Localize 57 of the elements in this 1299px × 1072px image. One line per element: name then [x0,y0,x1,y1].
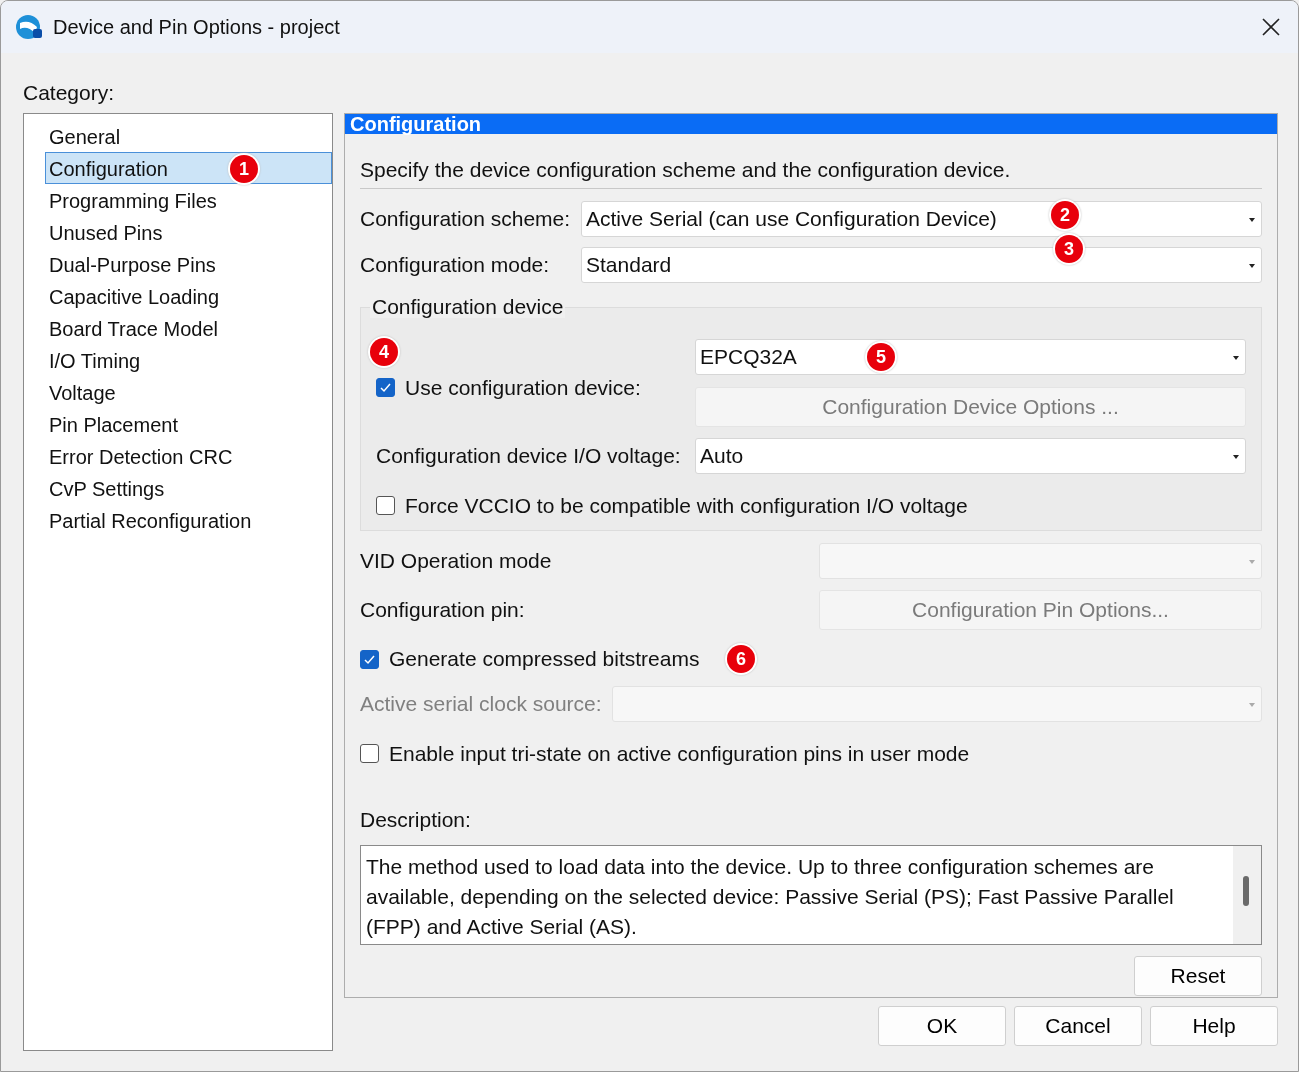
dropdown[interactable]: Auto [695,438,1246,474]
category-label: Category: [23,81,115,104]
dropdown-value: Auto [700,443,744,470]
caret-icon [1233,455,1239,459]
category-item[interactable]: CvP Settings [45,472,332,504]
caret-icon [1233,356,1239,360]
caret-icon [1249,218,1255,222]
panel-title: Configuration [345,114,1277,134]
dialog-button[interactable]: Help [1150,1006,1278,1046]
annotation-marker: 5 [867,343,895,371]
category-item[interactable]: Error Detection CRC [45,440,332,472]
annotation-marker: 6 [727,645,755,673]
annotation-marker: 3 [1055,235,1083,263]
window-title: Device and Pin Options - project [53,15,341,40]
scrollbar-thumb[interactable] [1243,876,1249,906]
dropdown-value: Standard [586,252,672,279]
category-item[interactable]: General [45,120,332,152]
dialog-button[interactable]: OK [878,1006,1006,1046]
caret-icon [1249,264,1255,268]
group-title: Configuration device [370,296,566,318]
reset-button[interactable]: Reset [1134,956,1262,996]
category-item[interactable]: Partial Reconfiguration [45,504,332,536]
category-item[interactable]: I/O Timing [45,344,332,376]
category-item[interactable]: Dual-Purpose Pins [45,248,332,280]
category-item[interactable]: Programming Files [45,184,332,216]
checkbox-label: Force VCCIO to be compatible with configuration I/O voltage [405,493,968,519]
field-label: Configuration scheme: [360,206,572,233]
intro-text: Specify the device configuration scheme and the configuration device. [360,157,1012,183]
close-icon [1262,18,1280,36]
checkbox[interactable] [376,496,395,516]
category-item[interactable]: Voltage [45,376,332,408]
field-label: Configuration device I/O voltage: [376,443,682,470]
checkbox[interactable] [376,378,395,398]
dropdown-value: EPCQ32A [700,344,797,371]
field-label: VID Operation mode [360,548,552,575]
category-item[interactable]: Capacitive Loading [45,280,332,312]
checkbox-label: Generate compressed bitstreams [389,646,700,673]
dialog-button[interactable]: Cancel [1014,1006,1142,1046]
dropdown-value: Active Serial (can use Configuration Device) [586,206,997,233]
field-label: Configuration pin: [360,597,525,624]
checkbox-label: Use configuration device: [405,375,641,401]
caret-icon [1249,703,1255,707]
category-item[interactable]: Unused Pins [45,216,332,248]
category-item[interactable]: Board Trace Model [45,312,332,344]
annotation-marker: 1 [230,155,258,183]
field-label: Active serial clock source: [360,691,602,718]
annotation-marker: 2 [1051,201,1079,229]
category-item[interactable]: Pin Placement [45,408,332,440]
checkbox[interactable] [360,649,379,669]
checkbox-label: Enable input tri-state on active configuration pins in user mode [389,741,970,767]
field-label: Configuration mode: [360,252,551,279]
description-label: Description: [360,807,471,831]
description-text: The method used to load data into the device. Up to three configuration schemes are available, depending on the selected device: Passive Serial (PS); Fast Passive Parallel (FPP) and Active Serial (AS). [365,854,1175,940]
checkbox[interactable] [360,744,379,764]
annotation-marker: 4 [370,338,398,366]
caret-icon [1249,560,1255,564]
app-logo-icon [15,13,43,41]
